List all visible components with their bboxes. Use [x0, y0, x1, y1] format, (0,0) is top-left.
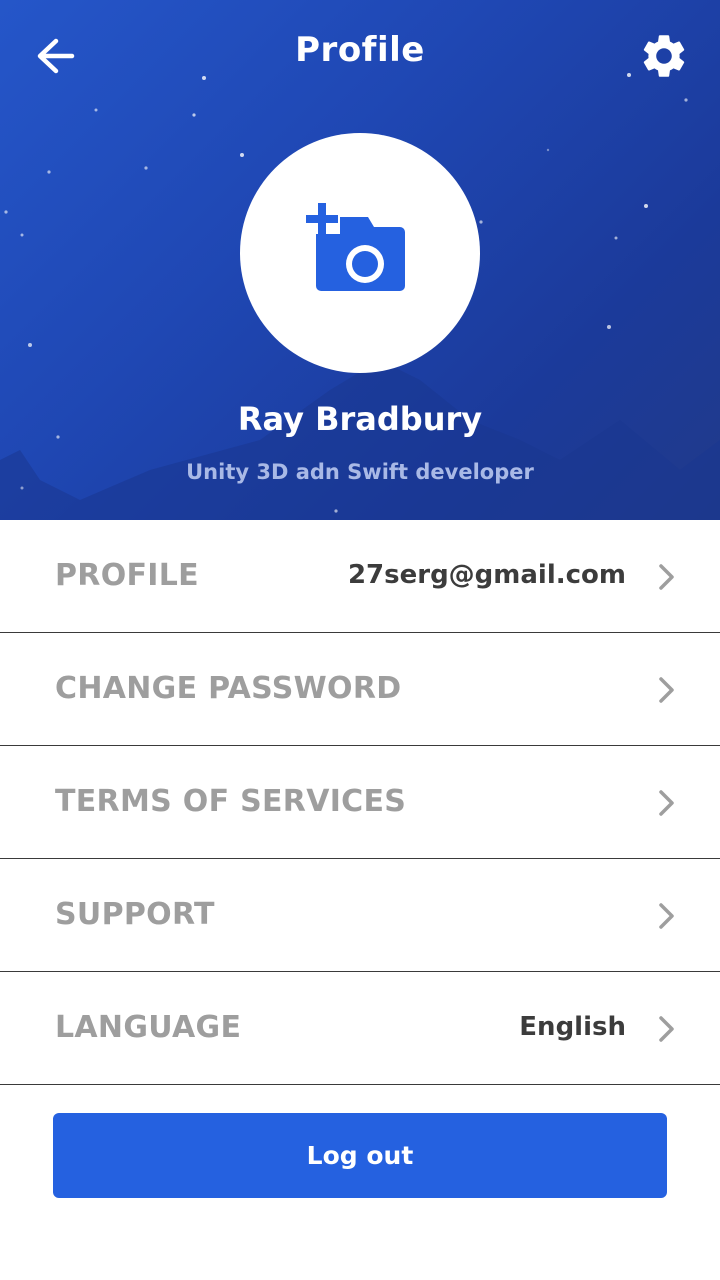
settings-menu: PROFILE 27serg@gmail.com CHANGE PASSWORD… [0, 520, 720, 1085]
avatar-add-photo-button[interactable] [240, 133, 480, 373]
chevron-right-icon [659, 790, 674, 816]
menu-item-support[interactable]: SUPPORT [0, 859, 720, 972]
menu-item-label: CHANGE PASSWORD [55, 671, 402, 706]
user-role: Unity 3D adn Swift developer [186, 460, 534, 484]
menu-item-value-language: English [519, 1012, 626, 1042]
add-photo-icon [306, 203, 405, 291]
menu-item-label: SUPPORT [55, 897, 215, 932]
gear-icon [643, 35, 685, 77]
chevron-right-icon [659, 677, 674, 703]
menu-item-value-email: 27serg@gmail.com [347, 560, 626, 590]
chevron-right-icon [659, 1016, 674, 1042]
user-name: Ray Bradbury [237, 400, 483, 438]
chevron-right-icon [659, 903, 674, 929]
menu-item-profile[interactable]: PROFILE 27serg@gmail.com [0, 520, 720, 633]
menu-item-language[interactable]: LANGUAGE English [0, 972, 720, 1085]
menu-item-label: PROFILE [55, 558, 199, 593]
profile-header: Profile Ray Bradbury Unity 3D adn Swift … [0, 0, 720, 520]
logout-button[interactable]: Log out [53, 1113, 667, 1198]
menu-item-label: TERMS OF SERVICES [55, 784, 407, 819]
page-title: Profile [295, 30, 425, 70]
menu-item-label: LANGUAGE [55, 1010, 242, 1045]
menu-item-change-password[interactable]: CHANGE PASSWORD [0, 633, 720, 746]
menu-item-terms-of-services[interactable]: TERMS OF SERVICES [0, 746, 720, 859]
settings-button[interactable] [638, 30, 690, 82]
chevron-right-icon [659, 564, 674, 590]
